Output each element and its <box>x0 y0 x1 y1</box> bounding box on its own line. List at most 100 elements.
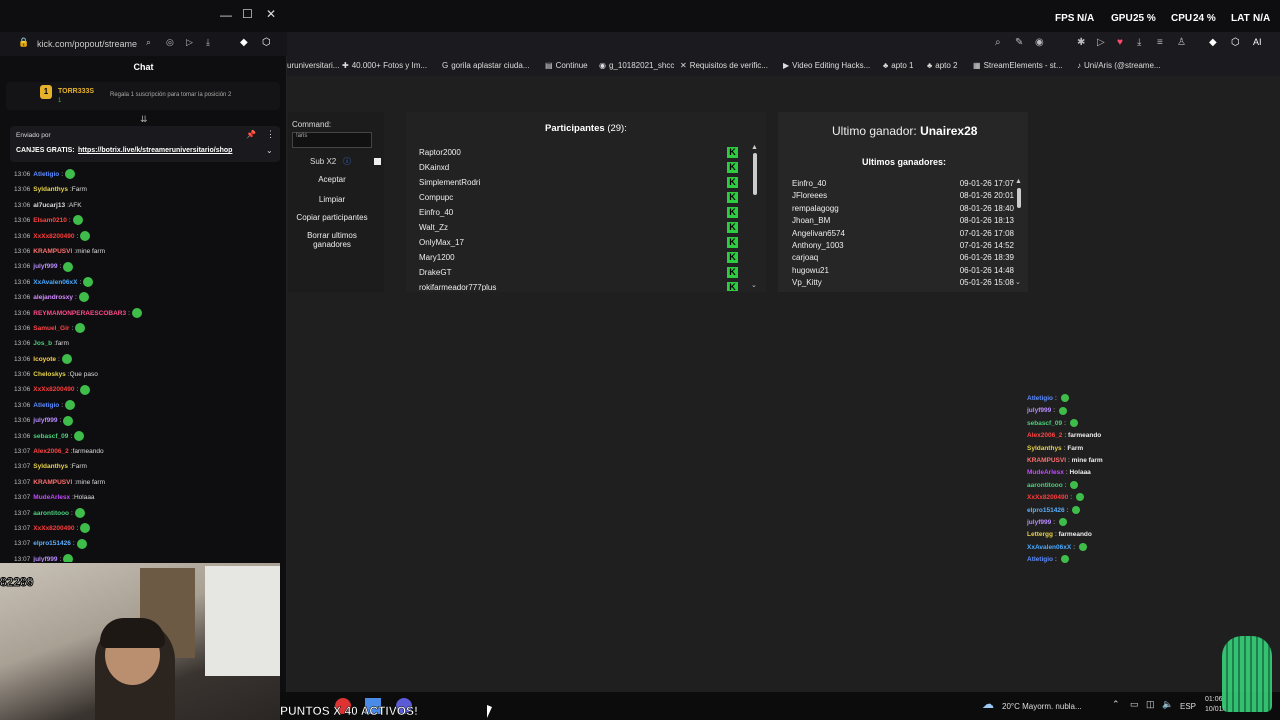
participants-scrollbar[interactable] <box>753 153 757 195</box>
message-time: 13:07 <box>14 448 31 456</box>
message-user[interactable]: XxXx8200490 <box>33 525 74 532</box>
message-user[interactable]: Elsam0210 <box>33 217 67 224</box>
bookmark-item[interactable]: Ggorila aplastar ciuda... <box>442 61 530 70</box>
collapse-icon[interactable]: ⇊ <box>140 114 148 125</box>
cube-icon[interactable]: ⬡ <box>1231 37 1240 48</box>
bookmark-item[interactable]: ♪ Uni/Aris (@streame... <box>1077 61 1161 70</box>
cube-icon[interactable]: ⬡ <box>262 37 271 48</box>
pin-icon[interactable]: 📌 <box>246 130 256 139</box>
winners-scrollbar[interactable] <box>1017 188 1021 208</box>
copy-participants-button[interactable]: Copiar participantes <box>290 213 374 222</box>
scroll-up-icon[interactable]: ▲ <box>751 144 758 151</box>
message-user[interactable]: julyf999 <box>33 556 57 562</box>
participant-row[interactable]: SimplementRodri K <box>408 175 738 190</box>
wifi-icon[interactable]: ◫ <box>1146 699 1155 710</box>
participant-row[interactable]: Einfro_40 K <box>408 205 738 220</box>
participant-row[interactable]: Walt_Zz K <box>408 220 738 235</box>
chevron-down-icon[interactable]: ⌄ <box>266 146 273 155</box>
message-user[interactable]: julyf999 <box>33 263 57 270</box>
camera-icon[interactable]: ◉ <box>1035 37 1044 48</box>
bookmark-item[interactable]: ♣ apto 1 <box>883 61 914 70</box>
extension-icon[interactable]: ✱ <box>1077 37 1085 48</box>
message-user[interactable]: XxXx8200490 <box>33 233 74 240</box>
participant-row[interactable]: rokifarmeador777plus K <box>408 280 738 291</box>
message-text: farmeando <box>72 448 104 456</box>
participant-row[interactable]: Raptor2000 K <box>408 145 738 160</box>
url-text[interactable]: kick.com/popout/streame <box>37 39 137 49</box>
message-user[interactable]: XxAvalen06xX <box>33 279 77 286</box>
delete-winners-button[interactable]: Borrar ultimos ganadores <box>300 231 364 249</box>
download-icon[interactable]: ⤓ <box>1137 37 1141 48</box>
play-icon[interactable]: ▷ <box>1097 37 1105 48</box>
message-user[interactable]: aarontitooo <box>33 510 69 517</box>
message-user[interactable]: alejandrosxy <box>33 294 73 301</box>
clock-time[interactable]: 01:06 <box>1205 696 1223 703</box>
winners-scroll-up-icon[interactable]: ▲ <box>1015 178 1022 185</box>
menu-icon[interactable]: ≡ <box>1157 37 1163 48</box>
more-icon[interactable]: ⋮ <box>266 129 275 140</box>
message-user[interactable]: Jos_b <box>33 340 52 347</box>
accept-button[interactable]: Aceptar <box>296 175 368 184</box>
message-user[interactable]: Syldanthys <box>33 463 68 470</box>
search-icon[interactable]: ⌕ <box>995 37 1001 48</box>
message-time: 13:07 <box>14 509 31 517</box>
volume-icon[interactable]: 🔈 <box>1162 699 1173 710</box>
diamond-icon[interactable]: ◆ <box>1209 37 1217 48</box>
message-user[interactable]: KRAMPUSVI <box>33 248 72 255</box>
minimize-icon[interactable]: — <box>220 8 232 22</box>
message-user[interactable]: Syldanthys <box>33 186 68 193</box>
message-user[interactable]: elpro151426 <box>33 540 71 547</box>
command-input[interactable]: !aris <box>292 132 372 148</box>
message-user[interactable]: julyf999 <box>33 417 57 424</box>
participant-row[interactable]: OnlyMax_17 K <box>408 235 738 250</box>
weather-text[interactable]: 20°C Mayorm. nubla... <box>1002 702 1082 711</box>
bookmark-item[interactable]: ✕ Requisitos de verific... <box>680 61 768 70</box>
bookmark-item[interactable]: ✚ 40.000+ Fotos y Im... <box>342 61 427 70</box>
bookmark-item[interactable]: ▤ Continue <box>545 61 588 70</box>
message-user[interactable]: KRAMPUSVI <box>33 479 72 486</box>
extension-icon[interactable]: ◆ <box>240 37 248 48</box>
download-icon[interactable]: ⤓ <box>206 37 210 48</box>
canjes-link[interactable]: https://botrix.live/k/streameruniversita… <box>78 147 232 154</box>
message-user[interactable]: al7ucarj13 <box>33 202 65 209</box>
bookmark-item[interactable]: ◉ g_10182021_shcc <box>599 61 674 70</box>
winner-row: hugowu21 06-01-26 14:48 <box>792 265 1014 277</box>
language-indicator[interactable]: ESP <box>1180 702 1196 711</box>
participant-row[interactable]: DKainxd K <box>408 160 738 175</box>
participant-row[interactable]: Mary1200 K <box>408 250 738 265</box>
search-icon[interactable]: ⌕ <box>146 37 151 48</box>
participant-row[interactable]: Compupc K <box>408 190 738 205</box>
message-user[interactable]: REYMAMONPERAESCOBAR3 <box>33 310 126 317</box>
bookmark-item[interactable]: ♣ apto 2 <box>927 61 958 70</box>
scroll-down-icon[interactable]: ⌄ <box>751 281 757 289</box>
message-user[interactable]: sebascf_09 <box>33 433 68 440</box>
ai-button[interactable]: AI <box>1253 37 1262 47</box>
heart-icon[interactable]: ♥ <box>1117 37 1123 48</box>
edit-icon[interactable]: ✎ <box>1015 37 1023 48</box>
tray-chevron-icon[interactable]: ⌃ <box>1112 699 1120 710</box>
message-time: 13:06 <box>14 355 31 363</box>
profile-icon[interactable]: ♙ <box>1177 37 1186 48</box>
winner-row: rempalagogg 08-01-26 18:40 <box>792 203 1014 215</box>
message-user[interactable]: Samuel_Gir <box>33 325 69 332</box>
play-icon[interactable]: ▷ <box>186 37 193 48</box>
maximize-icon[interactable]: ☐ <box>242 7 253 21</box>
message-user[interactable]: Atletigio <box>33 171 59 178</box>
bookmark-item[interactable]: ▦ StreamElements - st... <box>973 61 1063 70</box>
message-user[interactable]: Alex2006_2 <box>33 448 68 455</box>
message-user[interactable]: MudeArlesx <box>33 494 70 501</box>
bookmark-item[interactable]: ▶ Video Editing Hacks... <box>783 61 870 70</box>
bookmark-item[interactable]: uruniversitari... <box>287 61 339 70</box>
message-user[interactable]: Atletigio <box>33 402 59 409</box>
close-icon[interactable]: ✕ <box>266 7 276 21</box>
message-user[interactable]: XxXx8200490 <box>33 386 74 393</box>
message-user[interactable]: lcoyote <box>33 356 56 363</box>
network-icon[interactable]: ▭ <box>1130 699 1139 710</box>
participant-row[interactable]: DrakeGT K <box>408 265 738 280</box>
sub-x2-checkbox[interactable] <box>374 158 381 165</box>
clear-button[interactable]: Limpiar <box>296 195 368 204</box>
message-user[interactable]: Cheloskys <box>33 371 66 378</box>
gift-prompt[interactable]: Regala 1 suscripción para tomar la posic… <box>110 92 231 98</box>
winners-scroll-down-icon[interactable]: ⌄ <box>1015 278 1021 286</box>
shield-icon[interactable]: ◎ <box>166 37 174 48</box>
